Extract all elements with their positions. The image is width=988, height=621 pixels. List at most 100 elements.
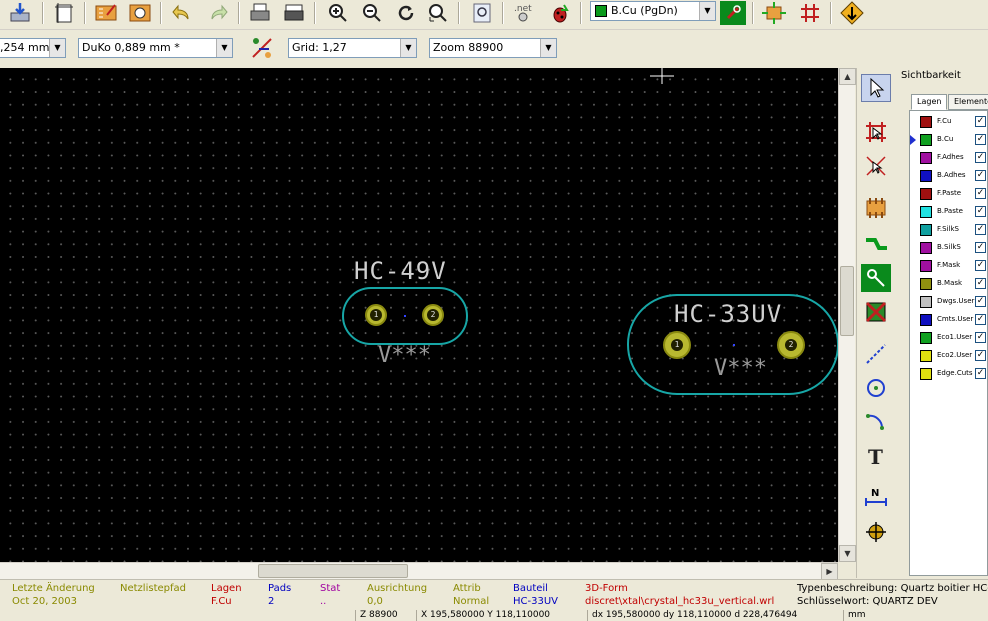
layer-row[interactable]: Eco1.User ✓: [910, 329, 987, 347]
layer-row[interactable]: F.Paste ✓: [910, 185, 987, 203]
module-editor-icon[interactable]: [92, 0, 120, 26]
horizontal-scrollbar[interactable]: ▶: [0, 562, 838, 580]
add-graphic-line-icon[interactable]: [861, 340, 891, 368]
layer-color-swatch[interactable]: [920, 116, 932, 128]
pad-1[interactable]: 1: [663, 331, 691, 359]
layer-visibility-checkbox[interactable]: ✓: [975, 134, 986, 145]
layer-visibility-checkbox[interactable]: ✓: [975, 278, 986, 289]
layer-row[interactable]: B.SilkS ✓: [910, 239, 987, 257]
layer-color-swatch[interactable]: [920, 296, 932, 308]
layer-visibility-checkbox[interactable]: ✓: [975, 260, 986, 271]
select-tool-icon[interactable]: [861, 74, 891, 102]
layer-visibility-checkbox[interactable]: ✓: [975, 116, 986, 127]
layer-row[interactable]: B.Adhes ✓: [910, 167, 987, 185]
local-ratsnest-icon[interactable]: [861, 152, 891, 180]
autoroute-icon[interactable]: [796, 0, 824, 26]
add-module-icon[interactable]: [861, 194, 891, 222]
pad-2[interactable]: 2: [422, 304, 444, 326]
pcb-canvas[interactable]: HC-49V 1 2 V*** HC-33UV 1 2 V***: [0, 68, 838, 562]
microwave-tools-icon[interactable]: [838, 0, 866, 26]
grid-select[interactable]: Grid: 1,27 ▼: [288, 38, 417, 58]
layer-row[interactable]: B.Cu ✓: [910, 131, 987, 149]
layer-color-swatch[interactable]: [920, 368, 932, 380]
layer-color-swatch[interactable]: [920, 188, 932, 200]
layer-row[interactable]: Dwgs.User ✓: [910, 293, 987, 311]
layer-visibility-checkbox[interactable]: ✓: [975, 188, 986, 199]
layer-color-swatch[interactable]: [920, 350, 932, 362]
highlight-net-icon[interactable]: [861, 118, 891, 146]
module-viewer-icon[interactable]: [126, 0, 154, 26]
layer-visibility-checkbox[interactable]: ✓: [975, 206, 986, 217]
layer-color-swatch[interactable]: [920, 224, 932, 236]
via-size-select[interactable]: DuKo 0,889 mm * ▼: [78, 38, 233, 58]
horizontal-scroll-thumb[interactable]: [258, 564, 408, 578]
autoplace-icon[interactable]: [760, 0, 788, 26]
layer-color-swatch[interactable]: [920, 152, 932, 164]
redo-icon[interactable]: [204, 0, 232, 26]
layer-row[interactable]: F.Cu ✓: [910, 113, 987, 131]
active-layer-select[interactable]: B.Cu (PgDn) ▼: [590, 1, 716, 21]
plot-icon[interactable]: [280, 0, 308, 26]
add-track-icon[interactable]: [861, 230, 891, 258]
layer-color-swatch[interactable]: [920, 314, 932, 326]
add-arc-icon[interactable]: [861, 408, 891, 436]
layer-name: B.Adhes: [937, 171, 966, 179]
layer-pair-icon[interactable]: [720, 1, 746, 25]
zoom-select[interactable]: Zoom 88900 ▼: [429, 38, 557, 58]
layer-visibility-checkbox[interactable]: ✓: [975, 314, 986, 325]
place-offset-icon[interactable]: [861, 518, 891, 546]
layer-row[interactable]: F.Mask ✓: [910, 257, 987, 275]
add-circle-icon[interactable]: [861, 374, 891, 402]
layer-visibility-checkbox[interactable]: ✓: [975, 350, 986, 361]
svg-text:T: T: [868, 445, 883, 468]
layer-row[interactable]: F.Adhes ✓: [910, 149, 987, 167]
layer-row[interactable]: B.Paste ✓: [910, 203, 987, 221]
message-label: Attrib: [453, 583, 481, 594]
scroll-right-icon[interactable]: ▶: [821, 563, 838, 580]
layer-color-swatch[interactable]: [920, 134, 932, 146]
pad-2[interactable]: 2: [777, 331, 805, 359]
add-dimension-icon[interactable]: N: [861, 484, 891, 512]
layer-row[interactable]: Cmts.User ✓: [910, 311, 987, 329]
undo-icon[interactable]: [168, 0, 196, 26]
layer-visibility-checkbox[interactable]: ✓: [975, 170, 986, 181]
layer-visibility-checkbox[interactable]: ✓: [975, 152, 986, 163]
layer-visibility-checkbox[interactable]: ✓: [975, 332, 986, 343]
zoom-fit-icon[interactable]: [424, 0, 452, 26]
layer-color-swatch[interactable]: [920, 260, 932, 272]
track-auto-width-icon[interactable]: [248, 35, 276, 61]
pad-1[interactable]: 1: [365, 304, 387, 326]
redraw-icon[interactable]: [392, 0, 420, 26]
layer-row[interactable]: Eco2.User ✓: [910, 347, 987, 365]
save-board-icon[interactable]: [6, 0, 34, 26]
scroll-up-icon[interactable]: ▲: [839, 68, 856, 85]
tab-layers[interactable]: Lagen: [911, 94, 948, 110]
vertical-scrollbar[interactable]: ▲ ▼: [838, 68, 856, 562]
add-text-icon[interactable]: T: [861, 442, 891, 470]
drc-icon[interactable]: [546, 0, 574, 26]
layer-visibility-checkbox[interactable]: ✓: [975, 224, 986, 235]
zoom-in-icon[interactable]: [324, 0, 352, 26]
find-icon[interactable]: [468, 0, 496, 26]
layer-color-swatch[interactable]: [920, 170, 932, 182]
add-keepout-icon[interactable]: [861, 298, 891, 326]
page-settings-icon[interactable]: [50, 0, 78, 26]
track-width-select[interactable]: ,254 mm * ▼: [0, 38, 66, 58]
layer-color-swatch[interactable]: [920, 242, 932, 254]
print-icon[interactable]: [246, 0, 274, 26]
layer-color-swatch[interactable]: [920, 332, 932, 344]
vertical-scroll-thumb[interactable]: [840, 266, 854, 336]
layer-visibility-checkbox[interactable]: ✓: [975, 296, 986, 307]
add-zone-icon[interactable]: [861, 264, 891, 292]
layer-row[interactable]: F.SilkS ✓: [910, 221, 987, 239]
layer-color-swatch[interactable]: [920, 278, 932, 290]
zoom-out-icon[interactable]: [358, 0, 386, 26]
tab-elements[interactable]: Elemente: [948, 94, 988, 110]
layer-row[interactable]: B.Mask ✓: [910, 275, 987, 293]
layer-row[interactable]: Edge.Cuts ✓: [910, 365, 987, 383]
layer-visibility-checkbox[interactable]: ✓: [975, 368, 986, 379]
netlist-icon[interactable]: .net: [510, 0, 538, 26]
layer-color-swatch[interactable]: [920, 206, 932, 218]
layer-visibility-checkbox[interactable]: ✓: [975, 242, 986, 253]
scroll-down-icon[interactable]: ▼: [839, 545, 856, 562]
